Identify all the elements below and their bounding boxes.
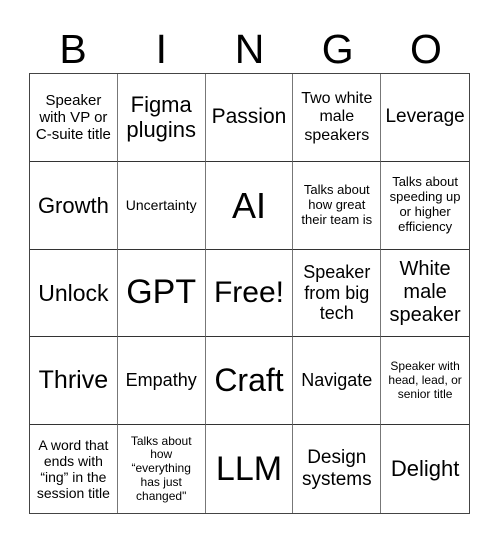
bingo-cell[interactable]: Talks about how “everything has just cha… (118, 425, 206, 513)
header-letter-b: B (59, 26, 87, 72)
bingo-cell[interactable]: Design systems (293, 425, 382, 513)
header-letter-o: O (409, 26, 442, 72)
bingo-cell[interactable]: Speaker from big tech (293, 249, 382, 338)
header-letter-n: N (234, 26, 265, 72)
header-letter-g: G (321, 26, 354, 72)
bingo-cell[interactable]: Unlock (30, 249, 118, 338)
bingo-cell[interactable]: Empathy (117, 337, 206, 426)
free-space-cell[interactable]: Free! (205, 249, 294, 338)
bingo-board: Speaker with VP or C-suite title Figma p… (29, 73, 470, 514)
header-letter-i: I (155, 26, 167, 72)
bingo-cell[interactable]: Talks about speeding up or higher effici… (381, 162, 469, 250)
bingo-cell[interactable]: AI (205, 161, 294, 250)
bingo-cell[interactable]: Navigate (293, 337, 382, 426)
bingo-cell[interactable]: A word that ends with “ing” in the sessi… (30, 425, 118, 513)
bingo-cell[interactable]: Growth (30, 161, 118, 250)
bingo-cell[interactable]: Delight (381, 425, 469, 513)
bingo-cell[interactable]: Talks about how great their team is (293, 161, 382, 250)
bingo-cell[interactable]: Speaker with VP or C-suite title (30, 74, 118, 162)
bingo-cell[interactable]: Passion (205, 74, 294, 162)
bingo-cell[interactable]: Craft (205, 337, 294, 426)
bingo-cell[interactable]: Leverage (381, 74, 469, 162)
bingo-cell[interactable]: GPT (117, 249, 206, 338)
bingo-cell[interactable]: Two white male speakers (293, 74, 382, 162)
bingo-cell[interactable]: LLM (206, 425, 294, 513)
bingo-cell[interactable]: Thrive (30, 337, 118, 426)
bingo-cell[interactable]: Uncertainty (117, 161, 206, 250)
bingo-cell[interactable]: Figma plugins (117, 74, 206, 162)
bingo-cell[interactable]: White male speaker (381, 250, 469, 338)
bingo-header: B I N G O (29, 24, 470, 74)
bingo-cell[interactable]: Speaker with head, lead, or senior title (381, 337, 469, 426)
